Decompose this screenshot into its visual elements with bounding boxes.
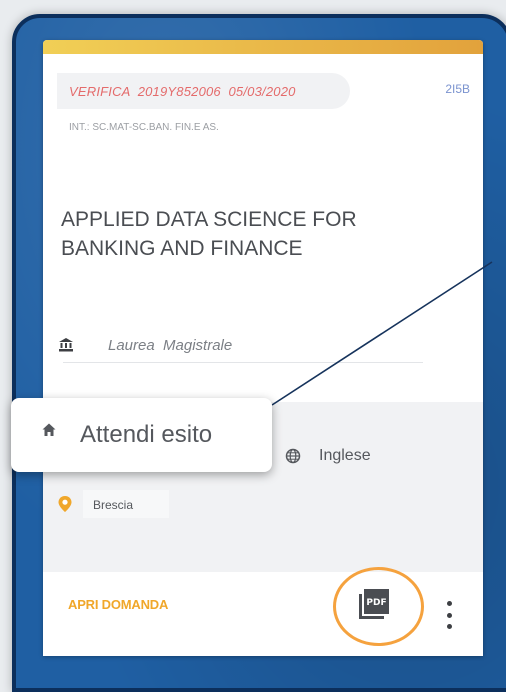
status-text: Attendi esito — [80, 421, 213, 448]
pdf-icon-text: PDF — [366, 598, 386, 608]
status-tooltip: Attendi esito — [11, 398, 272, 472]
course-title: APPLIED DATA SCIENCE FOR BANKING AND FIN… — [61, 208, 357, 260]
pdf-icon[interactable]: PDF — [359, 589, 389, 619]
menu-dot — [446, 601, 452, 606]
verification-label: VERIFICA 2019Y852006 05/03/2020 — [69, 84, 296, 99]
home-icon — [42, 423, 56, 436]
divider — [63, 362, 423, 373]
degree-type: Laurea Magistrale — [108, 337, 233, 354]
menu-dot — [446, 624, 452, 629]
department-label: INT.: SC.MAT-SC.BAN. FIN.E AS. — [69, 122, 219, 133]
course-code: 2I5B — [445, 82, 470, 96]
more-vert-icon[interactable] — [444, 601, 454, 629]
city-label: Brescia — [93, 498, 134, 512]
language-label: Inglese — [319, 447, 371, 464]
application-card: VERIFICA 2019Y852006 05/03/2020 2I5B INT… — [43, 40, 483, 656]
globe-icon — [285, 448, 301, 464]
menu-dot — [446, 612, 452, 618]
open-application-button[interactable]: APRI DOMANDA — [68, 597, 168, 612]
location-pin-icon — [58, 496, 72, 512]
card-top-bar — [43, 40, 483, 54]
institution-icon — [59, 338, 73, 352]
